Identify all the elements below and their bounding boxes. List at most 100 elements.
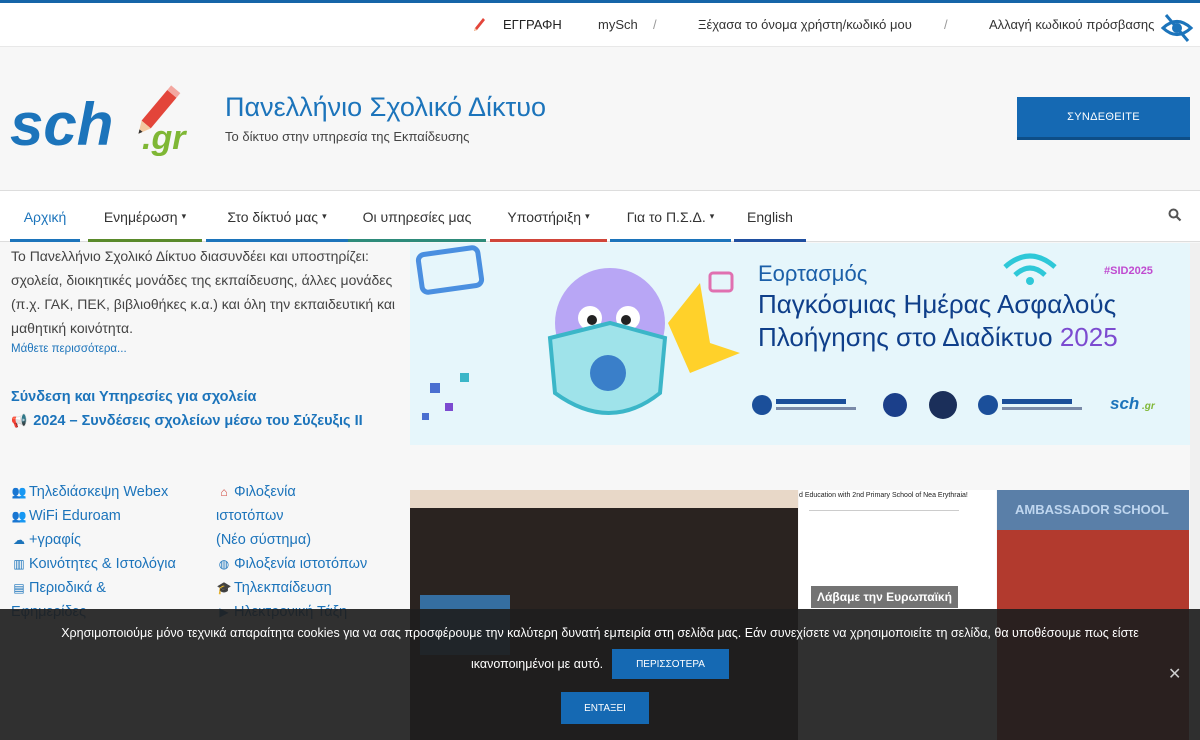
separator: / <box>944 17 948 32</box>
site-title[interactable]: Πανελλήνιο Σχολικό Δίκτυο <box>225 92 546 123</box>
nav-english[interactable]: English <box>734 191 806 242</box>
sch-logo[interactable]: sch .gr <box>10 83 210 163</box>
safer-internet-day-banner[interactable]: #SID2025 Εορτασμός Παγκόσμιας Ημέρας Ασφ… <box>410 243 1190 445</box>
separator: / <box>653 17 657 32</box>
photo-ceiling <box>410 490 798 508</box>
schools-connections-link[interactable]: 📢 2024 – Συνδέσεις σχολείων μέσω του Σύζε… <box>11 413 363 429</box>
megaphone-icon: 📢 <box>11 413 28 428</box>
service-item[interactable]: (Νέο σύστημα) <box>216 528 406 552</box>
site-header: sch .gr Πανελλήνιο Σχολικό Δίκτυο Το δίκ… <box>0 47 1200 190</box>
cookie-text: Χρησιμοποιούμε μόνο τεχνικά απαραίτητα c… <box>61 626 1139 640</box>
schools-section-title[interactable]: Σύνδεση και Υπηρεσίες για σχολεία <box>11 389 256 405</box>
nav-our-network[interactable]: Στο δίκτυό μας ▾ <box>206 191 348 242</box>
nav-underline <box>734 239 806 242</box>
card-article-lines <box>809 510 959 570</box>
logo-text: sch <box>10 91 113 158</box>
cookie-consent-banner: Χρησιμοποιούμε μόνο τεχνικά απαραίτητα c… <box>0 609 1200 740</box>
chevron-down-icon: ▾ <box>322 211 327 221</box>
service-item[interactable]: ◍ Φιλοξενία ιστοτόπων <box>216 552 406 576</box>
chevron-down-icon: ▾ <box>585 211 590 221</box>
nav-label: Ενημέρωση <box>103 208 178 225</box>
service-label: Φιλοξενία <box>234 484 296 500</box>
nav-underline <box>348 239 486 242</box>
graduation-cap-icon: 🎓 <box>216 581 232 595</box>
service-label: Κοινότητες & Ιστολόγια <box>29 556 176 572</box>
mascot-illustration <box>415 245 740 420</box>
card-header-text: d Education with 2nd Primary School of N… <box>799 492 968 499</box>
nav-label: Αρχική <box>23 208 67 225</box>
service-item[interactable]: 👥 WiFi Eduroam <box>11 504 211 528</box>
nav-underline <box>490 239 607 242</box>
nav-support[interactable]: Υποστήριξη ▾ <box>490 191 607 242</box>
nav-about[interactable]: Για το Π.Σ.Δ. ▾ <box>610 191 731 242</box>
intro-text: Το Πανελλήνιο Σχολικό Δίκτυο διασυνδέει … <box>11 248 396 336</box>
service-item[interactable]: 🎓 Τηλεκπαίδευση <box>216 576 406 600</box>
service-item[interactable]: ▥ Κοινότητες & Ιστολόγια <box>11 552 211 576</box>
eye-accessibility-icon[interactable] <box>1160 11 1194 45</box>
nav-label: Στο δίκτυό μας <box>227 208 319 225</box>
service-label: (Νέο σύστημα) <box>216 532 312 548</box>
columns-icon: ▥ <box>13 557 25 571</box>
service-label: +γραφίς <box>29 532 81 548</box>
nav-services[interactable]: Οι υπηρεσίες μας <box>348 191 486 242</box>
service-item[interactable]: ιστοτόπων <box>216 504 406 528</box>
banner-line-1: Εορτασμός <box>758 261 868 286</box>
banner-line-3: Πλοήγησης στο Διαδίκτυο 2025 <box>758 322 1118 353</box>
nav-underline <box>88 239 202 242</box>
news-caption[interactable]: Λάβαμε την Ευρωπαϊκή <box>811 586 958 608</box>
nav-label: Για το Π.Σ.Δ. <box>626 208 706 225</box>
service-label: Φιλοξενία ιστοτόπων <box>234 556 368 572</box>
card-header-text: AMBASSADOR SCHOOL <box>1015 502 1169 517</box>
cookie-text-cont: ικανοποιημένοι με αυτό. <box>471 657 604 671</box>
nav-home[interactable]: Αρχική <box>10 191 80 242</box>
services-list-left: 👥 Τηλεδιάσκεψη Webex 👥 WiFi Eduroam ☁ +γραφ… <box>11 480 211 624</box>
sponsor-logo-text: sch <box>1110 394 1139 413</box>
service-label: Τηλεκπαίδευση <box>234 580 332 596</box>
site-subtitle: Το δίκτυο στην υπηρεσία της Εκπαίδευσης <box>225 129 470 144</box>
book-icon: ▤ <box>13 581 25 595</box>
banner-line-2: Παγκόσμιας Ημέρας Ασφαλούς <box>758 289 1117 319</box>
chevron-down-icon: ▾ <box>181 211 187 221</box>
link-label: 2024 – Συνδέσεις σχολείων μέσω του Σύζευ… <box>33 413 363 429</box>
service-label: Περιοδικά & <box>29 580 106 596</box>
nav-underline <box>610 239 731 242</box>
nav-underline <box>206 239 348 242</box>
sponsor-logos: sch .gr <box>752 391 1156 419</box>
learn-more-link[interactable]: Μάθετε περισσότερα... <box>11 343 127 355</box>
mysch-link[interactable]: mySch <box>598 17 638 32</box>
service-label: WiFi Eduroam <box>29 508 121 524</box>
service-label: ιστοτόπων <box>216 508 284 524</box>
login-button[interactable]: ΣΥΝΔΕΘΕΙΤΕ <box>1017 97 1190 140</box>
search-icon[interactable] <box>1168 208 1182 222</box>
nav-news[interactable]: Ενημέρωση ▾ <box>88 191 202 242</box>
wifi-icon <box>1003 253 1057 285</box>
close-icon[interactable]: ✕ <box>1168 664 1181 684</box>
change-password-link[interactable]: Αλλαγή κωδικού πρόσβασης <box>989 17 1154 32</box>
register-link[interactable]: ΕΓΓΡΑΦΗ <box>503 17 562 32</box>
cookie-more-button[interactable]: ΠΕΡΙΣΣΟΤΕΡΑ <box>612 649 729 679</box>
chevron-down-icon: ▾ <box>709 211 715 221</box>
home-icon: ⌂ <box>220 485 228 499</box>
sponsor-logo-suffix: .gr <box>1142 401 1156 412</box>
cloud-upload-icon: ☁ <box>13 533 25 547</box>
forgot-credentials-link[interactable]: Ξέχασα το όνομα χρήστη/κωδικό μου <box>698 17 912 32</box>
service-item[interactable]: ▤ Περιοδικά & <box>11 576 211 600</box>
users-icon: 👥 <box>11 485 27 499</box>
globe-icon: ◍ <box>218 557 230 571</box>
nav-label: English <box>747 208 793 225</box>
banner-hashtag: #SID2025 <box>1104 265 1153 277</box>
pencil-icon <box>472 17 486 33</box>
cookie-accept-button[interactable]: ΕΝΤΑΞΕΙ <box>561 692 649 724</box>
main-nav: Αρχική Ενημέρωση ▾ Στο δίκτυό μας ▾ Οι υπη… <box>0 190 1200 242</box>
users-icon: 👥 <box>11 509 27 523</box>
service-label: Τηλεδιάσκεψη Webex <box>29 484 169 500</box>
service-item[interactable]: ☁ +γραφίς <box>11 528 211 552</box>
nav-underline <box>10 239 80 242</box>
banner-year: 2025 <box>1059 322 1118 352</box>
nav-label: Υποστήριξη <box>507 208 582 225</box>
top-bar: ΕΓΓΡΑΦΗ mySch / Ξέχασα το όνομα χρήστη/κ… <box>0 0 1200 47</box>
services-list-right: ⌂ Φιλοξενία ιστοτόπων (Νέο σύστημα) ◍ Φιλο… <box>216 480 406 624</box>
service-item[interactable]: 👥 Τηλεδιάσκεψη Webex <box>11 480 211 504</box>
nav-label: Οι υπηρεσίες μας <box>362 208 472 225</box>
service-item[interactable]: ⌂ Φιλοξενία <box>216 480 406 504</box>
